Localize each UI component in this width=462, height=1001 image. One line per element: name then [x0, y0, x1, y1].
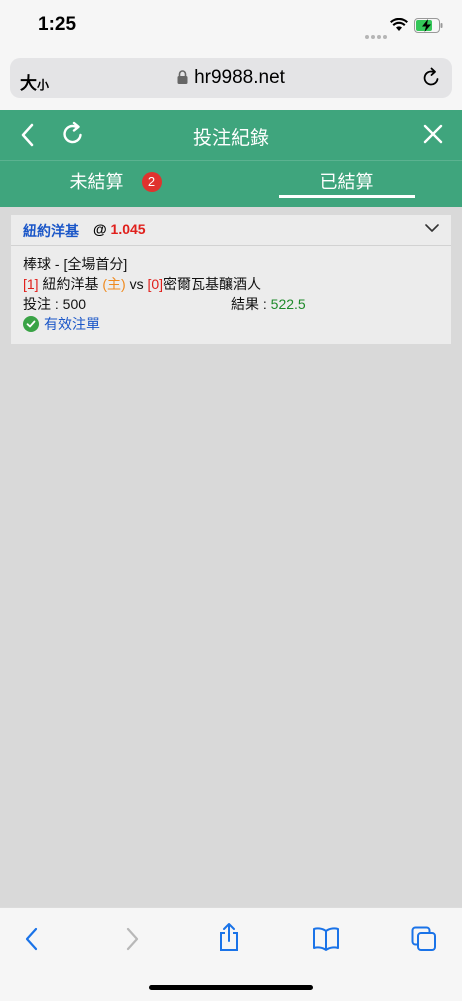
count-badge: 2 [141, 172, 162, 192]
bet-amounts: 投注 : 500 結果 : 522.5 [23, 294, 439, 314]
signal-icon [365, 26, 389, 44]
tab-unsettled[interactable]: 未結算 2 [0, 161, 231, 207]
forward-icon[interactable] [122, 926, 142, 952]
page-title: 投注紀錄 [192, 128, 269, 149]
away-score: [0] [147, 276, 164, 292]
tab-bar: 未結算 2 已結算 [0, 160, 462, 207]
vs-label: vs [129, 276, 144, 292]
home-tag: (主) [102, 276, 126, 292]
status-bar: 1:25 [0, 0, 462, 50]
home-indicator [149, 985, 313, 990]
bet-match: [1] 紐約洋基 (主) vs [0]密爾瓦基釀酒人 [23, 274, 439, 294]
bet-status: 有效注單 [23, 314, 439, 334]
battery-icon [414, 18, 443, 33]
bet-card-body: 棒球 - [全場首分] [1] 紐約洋基 (主) vs [0]密爾瓦基釀酒人 投… [11, 246, 451, 344]
status-time: 1:25 [38, 14, 77, 35]
active-tab-indicator [279, 195, 415, 198]
app-header: 投注紀錄 [0, 110, 462, 160]
close-icon[interactable] [422, 123, 444, 145]
bet-card-header[interactable]: 紐約洋基 @ 1.045 [11, 215, 451, 246]
bet-selection: 紐約洋基 [23, 223, 79, 239]
tab-settled[interactable]: 已結算 [231, 161, 462, 207]
check-circle-icon [23, 316, 39, 332]
back-icon[interactable] [22, 926, 42, 952]
url-text: hr9988.net [194, 67, 285, 88]
tab-unsettled-label: 未結算 [69, 172, 124, 192]
lock-icon [177, 70, 188, 84]
stake: 投注 : 500 [23, 296, 87, 312]
home-team: 紐約洋基 [42, 276, 99, 292]
tab-settled-label: 已結算 [319, 172, 374, 192]
result: 結果 : 522.5 [231, 296, 306, 312]
browser-address-area: 大小 hr9988.net [0, 50, 462, 110]
wifi-icon [390, 18, 408, 31]
bet-odds: @ 1.045 [93, 221, 146, 237]
bet-status-label: 有效注單 [44, 316, 100, 332]
url-field[interactable]: hr9988.net [10, 67, 452, 89]
bet-record-card[interactable]: 紐約洋基 @ 1.045 棒球 - [全場首分] [1] 紐約洋基 (主) vs… [11, 215, 451, 344]
chevron-down-icon[interactable] [425, 223, 439, 233]
share-icon[interactable] [217, 922, 241, 952]
away-team: 密爾瓦基釀酒人 [163, 276, 262, 292]
home-score: [1] [23, 276, 39, 292]
bookmarks-icon[interactable] [312, 926, 340, 952]
bet-market: 棒球 - [全場首分] [23, 256, 128, 272]
reload-icon[interactable] [420, 67, 442, 89]
address-bar[interactable]: 大小 hr9988.net [10, 58, 452, 98]
tabs-icon[interactable] [411, 926, 437, 952]
